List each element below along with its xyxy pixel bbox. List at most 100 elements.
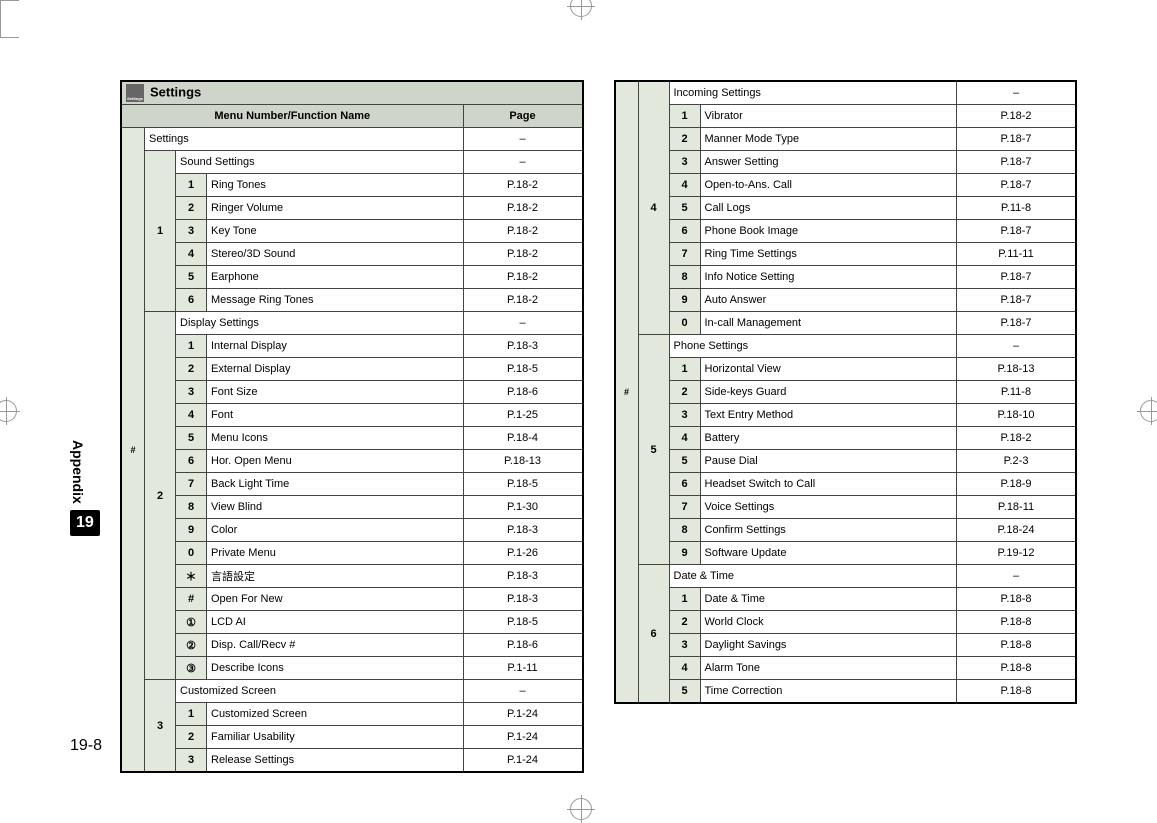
- table-row: ②Disp. Call/Recv #P.18-6: [121, 634, 583, 657]
- item-number: 2: [176, 358, 207, 381]
- item-page: P.18-2: [463, 220, 583, 243]
- section-page: –: [957, 335, 1077, 358]
- section-page: –: [463, 312, 583, 335]
- root-name: Settings: [145, 128, 464, 151]
- col-header-menu: Menu Number/Function Name: [121, 105, 463, 128]
- item-name: Daylight Savings: [700, 634, 957, 657]
- item-number: 0: [669, 312, 700, 335]
- item-number: 8: [669, 266, 700, 289]
- item-page: P.18-7: [957, 289, 1077, 312]
- item-name: Private Menu: [207, 542, 464, 565]
- item-number: 1: [176, 335, 207, 358]
- table-row: 4FontP.1-25: [121, 404, 583, 427]
- item-page: P.11-11: [957, 243, 1077, 266]
- item-number: 4: [176, 243, 207, 266]
- item-page: P.18-13: [957, 358, 1077, 381]
- item-name: Manner Mode Type: [700, 128, 957, 151]
- item-number: 5: [669, 450, 700, 473]
- item-page: P.18-5: [463, 358, 583, 381]
- item-name: Battery: [700, 427, 957, 450]
- item-number: 0: [176, 542, 207, 565]
- settings-table-right: #4Incoming Settings–1VibratorP.18-22Mann…: [614, 80, 1078, 704]
- item-page: P.18-8: [957, 634, 1077, 657]
- section-page: –: [463, 151, 583, 174]
- item-page: P.18-7: [957, 312, 1077, 335]
- item-name: Call Logs: [700, 197, 957, 220]
- item-name: Vibrator: [700, 105, 957, 128]
- table-row: 4Open-to-Ans. CallP.18-7: [615, 174, 1077, 197]
- section-name: Sound Settings: [176, 151, 464, 174]
- item-name: Earphone: [207, 266, 464, 289]
- item-page: P.18-10: [957, 404, 1077, 427]
- item-number: 1: [669, 588, 700, 611]
- section-number: 5: [638, 335, 669, 565]
- item-number: 2: [669, 128, 700, 151]
- table-row: 5Time CorrectionP.18-8: [615, 680, 1077, 704]
- table-row: 8Info Notice SettingP.18-7: [615, 266, 1077, 289]
- item-name: Color: [207, 519, 464, 542]
- item-number: 8: [176, 496, 207, 519]
- sidebar-label: Appendix: [70, 440, 86, 504]
- item-number: 4: [669, 427, 700, 450]
- table-row: 6Message Ring TonesP.18-2: [121, 289, 583, 312]
- table-row: 3Daylight SavingsP.18-8: [615, 634, 1077, 657]
- item-number: 3: [176, 381, 207, 404]
- table-row: 1Internal DisplayP.18-3: [121, 335, 583, 358]
- item-name: Stereo/3D Sound: [207, 243, 464, 266]
- sidebar-tab: Appendix 19: [70, 440, 100, 536]
- item-number: 7: [176, 473, 207, 496]
- registration-mark: [570, 798, 592, 820]
- item-number: ①: [176, 611, 207, 634]
- item-name: Date & Time: [700, 588, 957, 611]
- crop-mark: [0, 0, 19, 19]
- item-number: 8: [669, 519, 700, 542]
- item-name: Voice Settings: [700, 496, 957, 519]
- item-number: ②: [176, 634, 207, 657]
- registration-mark: [570, 0, 592, 17]
- item-page: P.18-8: [957, 680, 1077, 704]
- item-number: 3: [176, 220, 207, 243]
- item-number: 7: [669, 496, 700, 519]
- item-page: P.18-3: [463, 588, 583, 611]
- item-name: Font: [207, 404, 464, 427]
- item-name: 言語設定: [207, 565, 464, 588]
- section-name: Date & Time: [669, 565, 957, 588]
- item-name: Text Entry Method: [700, 404, 957, 427]
- hash-cell: #: [121, 128, 145, 773]
- section-number: 2: [145, 312, 176, 680]
- item-name: World Clock: [700, 611, 957, 634]
- table-row: 5EarphoneP.18-2: [121, 266, 583, 289]
- item-page: P.11-8: [957, 381, 1077, 404]
- item-name: Ringer Volume: [207, 197, 464, 220]
- item-page: P.18-9: [957, 473, 1077, 496]
- item-name: Headset Switch to Call: [700, 473, 957, 496]
- table-row: 0In-call ManagementP.18-7: [615, 312, 1077, 335]
- table-row: 7Voice SettingsP.18-11: [615, 496, 1077, 519]
- table-title: Settings: [121, 81, 583, 105]
- table-row: 1Ring TonesP.18-2: [121, 174, 583, 197]
- item-number: 7: [669, 243, 700, 266]
- title-text: Settings: [150, 84, 201, 99]
- item-number: ③: [176, 657, 207, 680]
- item-name: Answer Setting: [700, 151, 957, 174]
- item-number: 4: [176, 404, 207, 427]
- item-name: Ring Tones: [207, 174, 464, 197]
- item-page: P.18-2: [957, 427, 1077, 450]
- item-page: P.18-8: [957, 588, 1077, 611]
- table-row: 3Key ToneP.18-2: [121, 220, 583, 243]
- item-name: Disp. Call/Recv #: [207, 634, 464, 657]
- item-number: 3: [669, 151, 700, 174]
- item-number: 1: [176, 174, 207, 197]
- item-page: P.18-7: [957, 220, 1077, 243]
- item-number: 1: [176, 703, 207, 726]
- item-number: 3: [176, 749, 207, 773]
- section-number: 4: [638, 81, 669, 335]
- item-page: P.18-2: [463, 243, 583, 266]
- item-page: P.18-7: [957, 151, 1077, 174]
- table-row: 1Customized ScreenP.1-24: [121, 703, 583, 726]
- item-number: 9: [176, 519, 207, 542]
- settings-icon: [126, 84, 144, 102]
- item-number: 5: [176, 266, 207, 289]
- item-name: Auto Answer: [700, 289, 957, 312]
- item-name: Ring Time Settings: [700, 243, 957, 266]
